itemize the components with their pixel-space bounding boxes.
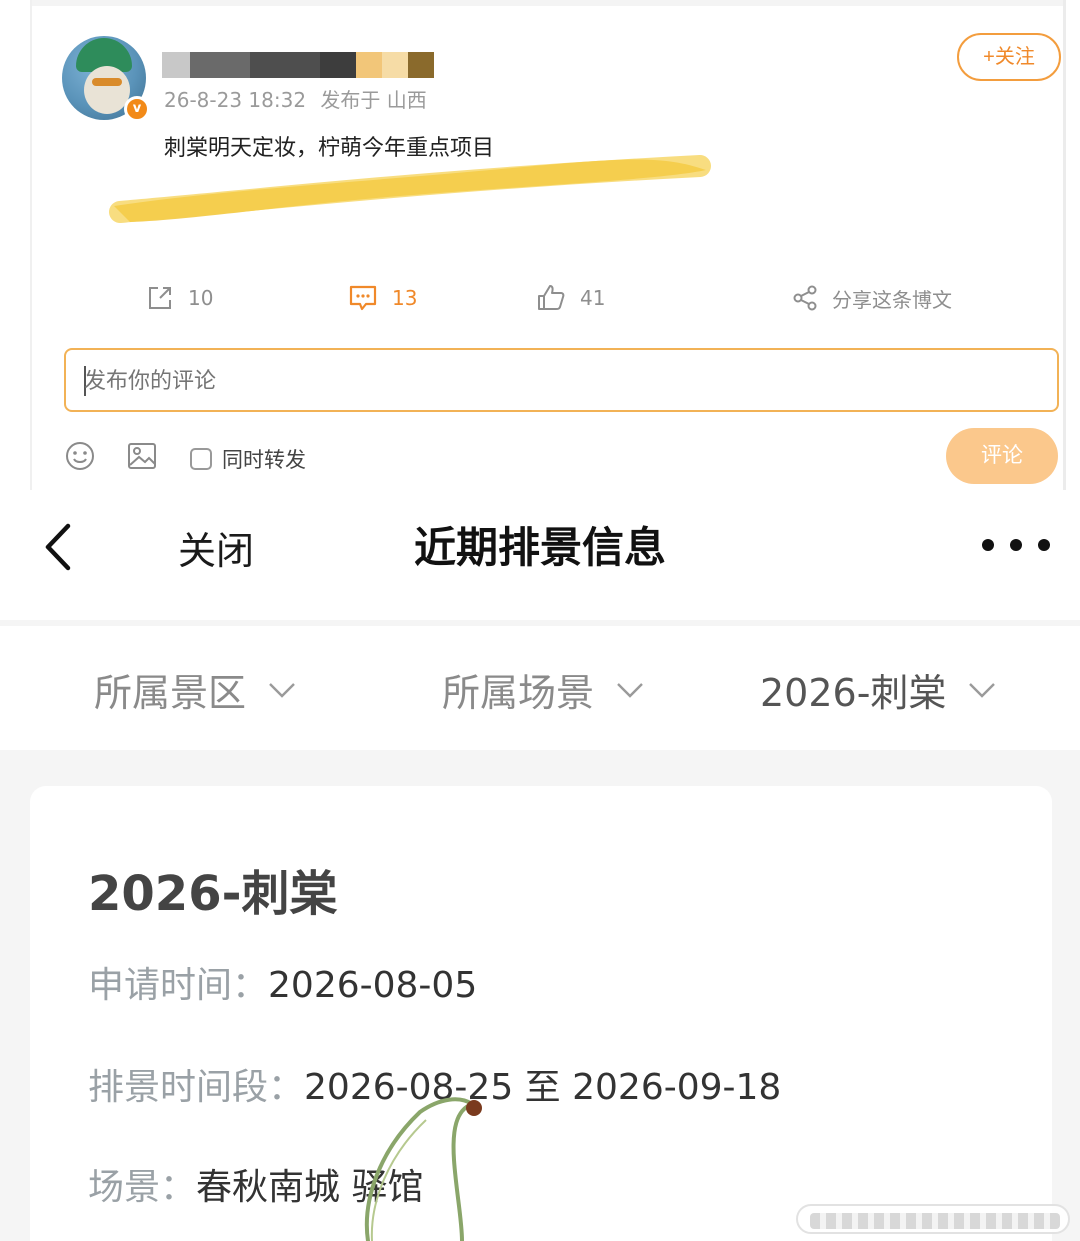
divider — [30, 0, 1065, 6]
apply-time-label: 申请时间： — [88, 965, 269, 1006]
repost-checkbox-label: 同时转发 — [222, 448, 306, 472]
emoji-icon[interactable] — [64, 440, 96, 472]
image-icon[interactable] — [126, 440, 158, 472]
period-label: 排景时间段： — [88, 1067, 305, 1108]
page-title: 近期排景信息 — [413, 523, 666, 572]
apply-time-row: 申请时间：2026-08-05 — [88, 956, 477, 1008]
comment-action[interactable]: 13 — [348, 276, 417, 320]
yellow-scribble-redaction — [109, 155, 711, 223]
post-actions: 10 13 41 分享这条博文 — [0, 276, 1080, 320]
banana-doodle-sticker — [364, 1097, 482, 1241]
like-action[interactable]: 41 — [536, 276, 605, 320]
filter-label: 所属景区 — [94, 671, 247, 715]
filter-label: 2026-刺棠 — [760, 671, 947, 715]
filter-bar: 所属景区 所属场景 2026-刺棠 — [0, 626, 1080, 750]
filter-label: 所属场景 — [442, 671, 595, 715]
comment-input-box[interactable] — [64, 348, 1059, 412]
verified-badge-icon: v — [124, 96, 150, 122]
submit-comment-button[interactable]: 评论 — [946, 428, 1058, 484]
comment-tools: 同时转发 — [0, 432, 1080, 484]
weibo-post: v 26-8-23 18:32 发布于 山西 +关注 刺棠明天定妆，柠萌今年重点… — [0, 0, 1080, 490]
comment-input[interactable] — [84, 362, 1024, 400]
comment-icon — [349, 285, 377, 311]
more-options-icon[interactable] — [982, 530, 1050, 560]
divider — [30, 0, 32, 490]
nav-bar: 关闭 近期排景信息 — [0, 490, 1080, 620]
chevron-down-icon — [969, 682, 996, 698]
like-count: 41 — [580, 286, 606, 310]
divider — [1063, 0, 1066, 490]
repost-count: 10 — [188, 286, 214, 310]
comment-count: 13 — [392, 286, 418, 310]
chevron-down-icon — [617, 682, 643, 698]
post-time: 26-8-23 18:32 — [164, 88, 307, 112]
post-meta: 26-8-23 18:32 发布于 山西 — [164, 84, 427, 113]
schedule-page: 关闭 近期排景信息 所属景区 所属场景 2026-刺棠 2026-刺棠 申请时间… — [0, 490, 1080, 1241]
post-location: 发布于 山西 — [320, 88, 427, 112]
filter-project[interactable]: 2026-刺棠 — [760, 662, 996, 717]
repost-action[interactable]: 10 — [146, 276, 213, 320]
follow-button[interactable]: +关注 — [957, 33, 1061, 81]
username-redacted[interactable] — [162, 52, 434, 78]
chevron-down-icon — [269, 682, 295, 698]
like-icon — [538, 285, 565, 310]
apply-time-value: 2026-08-05 — [268, 965, 478, 1006]
share-label: 分享这条博文 — [832, 287, 952, 312]
watermark — [796, 1204, 1070, 1234]
share-action[interactable]: 分享这条博文 — [792, 276, 952, 320]
repost-icon — [149, 287, 171, 309]
filter-scenic-area[interactable]: 所属景区 — [94, 662, 296, 717]
share-icon — [793, 285, 817, 311]
filter-scene[interactable]: 所属场景 — [442, 662, 644, 717]
schedule-card[interactable]: 2026-刺棠 申请时间：2026-08-05 排景时间段：2026-08-25… — [30, 786, 1052, 1241]
scene-label: 场景： — [88, 1167, 197, 1208]
checkbox-box[interactable] — [190, 448, 212, 470]
repost-checkbox[interactable]: 同时转发 — [190, 444, 306, 474]
card-title: 2026-刺棠 — [88, 866, 338, 922]
